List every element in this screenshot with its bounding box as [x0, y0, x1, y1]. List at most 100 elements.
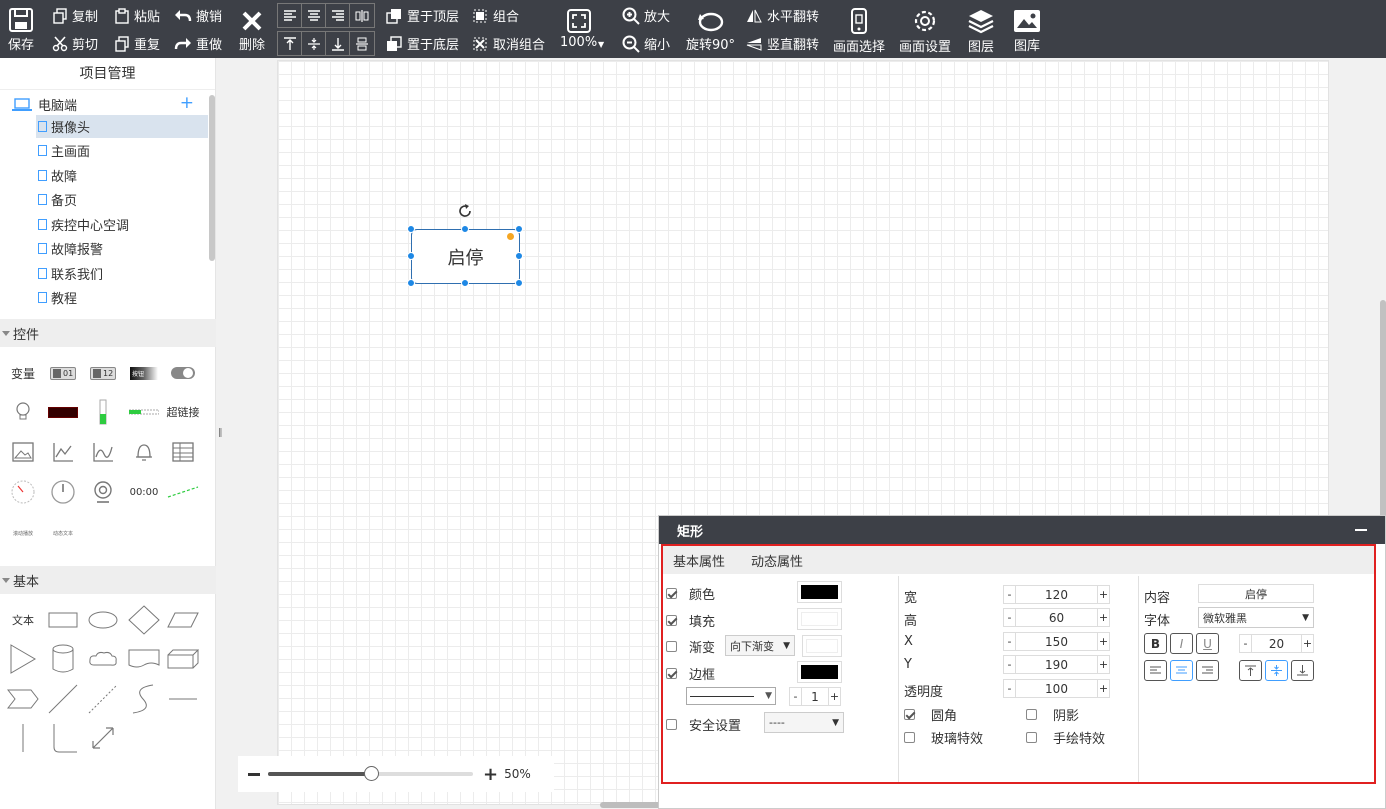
paste-button[interactable]: 粘贴: [114, 6, 160, 25]
rectangle-shape[interactable]: [43, 605, 83, 635]
cube-shape[interactable]: [163, 644, 203, 674]
basic-section-header[interactable]: 基本: [0, 566, 216, 594]
progress-bar-control[interactable]: [124, 397, 164, 427]
group-button[interactable]: 组合: [472, 6, 519, 25]
bold-button[interactable]: B: [1144, 633, 1167, 654]
italic-button[interactable]: I: [1170, 633, 1193, 654]
toggle-01-control[interactable]: 01: [43, 358, 83, 388]
alarm-bell-control[interactable]: [124, 437, 164, 467]
gallery-button[interactable]: 图库: [1013, 9, 1041, 54]
tree-page-item[interactable]: 主画面: [36, 139, 208, 162]
increment-button[interactable]: +: [1097, 609, 1109, 626]
color-checkbox[interactable]: [666, 588, 677, 599]
diamond-shape[interactable]: [124, 605, 164, 635]
color-swatch[interactable]: [797, 581, 842, 603]
ellipse-shape[interactable]: [83, 605, 123, 635]
resize-handle[interactable]: [461, 279, 469, 287]
increment-button[interactable]: +: [828, 688, 840, 705]
delete-button[interactable]: 删除: [239, 10, 265, 53]
resize-handle[interactable]: [407, 252, 415, 260]
canvas-settings-button[interactable]: 画面设置: [899, 8, 951, 55]
align-bottom-button[interactable]: [326, 32, 350, 55]
button-control[interactable]: 按钮: [124, 358, 164, 388]
hyperlink-control[interactable]: 超链接: [163, 397, 203, 427]
text-valign-bottom-button[interactable]: [1291, 660, 1314, 681]
resize-handle[interactable]: [407, 225, 415, 233]
vertical-line-shape[interactable]: [3, 723, 43, 753]
toggle-12-control[interactable]: 12: [83, 358, 123, 388]
text-align-center-button[interactable]: [1170, 660, 1193, 681]
dynamic-text-control[interactable]: 动态文本: [43, 518, 83, 548]
fill-swatch[interactable]: [797, 608, 842, 630]
camera-control[interactable]: [83, 477, 123, 507]
border-width-value[interactable]: 1: [802, 690, 828, 704]
resize-handle[interactable]: [515, 225, 523, 233]
distribute-horizontal-button[interactable]: [350, 4, 374, 27]
flip-horizontal-button[interactable]: 水平翻转: [746, 6, 819, 25]
font-size-stepper[interactable]: -20 +: [1239, 634, 1314, 653]
gradient-swatch[interactable]: [802, 635, 842, 657]
border-width-stepper[interactable]: -1 +: [789, 687, 841, 706]
light-bulb-control[interactable]: [3, 397, 43, 427]
resize-handle[interactable]: [461, 225, 469, 233]
resize-handle[interactable]: [407, 279, 415, 287]
layers-button[interactable]: 图层: [967, 8, 995, 55]
decrement-button[interactable]: -: [1004, 633, 1016, 650]
corner-radius-handle[interactable]: [507, 233, 514, 240]
glass-checkbox[interactable]: [904, 732, 915, 743]
content-input[interactable]: 启停: [1198, 584, 1314, 603]
height-stepper[interactable]: -60 +: [1003, 608, 1110, 627]
cylinder-shape[interactable]: [43, 644, 83, 674]
shadow-checkbox[interactable]: [1026, 709, 1037, 720]
align-center-button[interactable]: [302, 4, 326, 27]
add-page-icon[interactable]: +: [180, 93, 194, 113]
opacity-value[interactable]: 100: [1016, 682, 1097, 696]
send-to-bottom-button[interactable]: 置于底层: [386, 34, 459, 53]
tree-page-item[interactable]: 疾控中心空调: [36, 213, 208, 236]
tree-page-item[interactable]: 备页: [36, 188, 208, 211]
tree-page-item[interactable]: 联系我们: [36, 262, 208, 285]
underline-button[interactable]: U: [1196, 633, 1219, 654]
line-chart-control[interactable]: [43, 437, 83, 467]
zoom-minus-icon[interactable]: [248, 772, 260, 776]
height-value[interactable]: 60: [1016, 611, 1097, 625]
table-control[interactable]: [163, 437, 203, 467]
resize-handle[interactable]: [515, 279, 523, 287]
text-valign-middle-button[interactable]: [1265, 660, 1288, 681]
variable-control[interactable]: 变量: [3, 358, 43, 388]
level-gauge-control[interactable]: [83, 397, 123, 427]
elbow-line-shape[interactable]: [43, 723, 83, 753]
bring-to-top-button[interactable]: 置于顶层: [386, 6, 459, 25]
security-checkbox[interactable]: [666, 719, 677, 730]
tree-page-item[interactable]: 故障: [36, 164, 208, 187]
ungroup-button[interactable]: 取消组合: [472, 34, 545, 53]
zoom-out-button[interactable]: 缩小: [622, 34, 670, 53]
align-top-button[interactable]: [278, 32, 302, 55]
selected-rectangle-shape[interactable]: 启停: [411, 229, 520, 284]
x-value[interactable]: 150: [1016, 635, 1097, 649]
zoom-plus-icon[interactable]: +: [483, 764, 498, 785]
align-left-button[interactable]: [278, 4, 302, 27]
tab-basic-properties[interactable]: 基本属性: [673, 551, 725, 570]
zoom-slider-knob[interactable]: [363, 766, 379, 781]
cloud-shape[interactable]: [83, 644, 123, 674]
zoom-dropdown-icon[interactable]: ▼: [598, 40, 604, 49]
rotate-button[interactable]: 旋转90°: [686, 10, 735, 53]
increment-button[interactable]: +: [1097, 656, 1109, 673]
text-shape[interactable]: 文本: [3, 605, 43, 635]
controls-section-header[interactable]: 控件: [0, 319, 216, 347]
double-arrow-shape[interactable]: [83, 723, 123, 753]
canvas-select-button[interactable]: 画面选择: [833, 8, 885, 55]
flow-line-control[interactable]: [163, 477, 203, 507]
image-control[interactable]: [3, 437, 43, 467]
clock-gauge-control[interactable]: [43, 477, 83, 507]
copy-button[interactable]: 复制: [52, 6, 98, 25]
curve-shape[interactable]: [124, 684, 164, 714]
decrement-button[interactable]: -: [1240, 635, 1252, 652]
triangle-shape[interactable]: [3, 644, 43, 674]
distribute-vertical-button[interactable]: [350, 32, 374, 55]
security-select[interactable]: ---- ▼: [764, 712, 844, 733]
zoom-slider-track[interactable]: [268, 766, 473, 781]
tree-root-desktop[interactable]: 电脑端 +: [12, 93, 204, 114]
text-align-right-button[interactable]: [1196, 660, 1219, 681]
